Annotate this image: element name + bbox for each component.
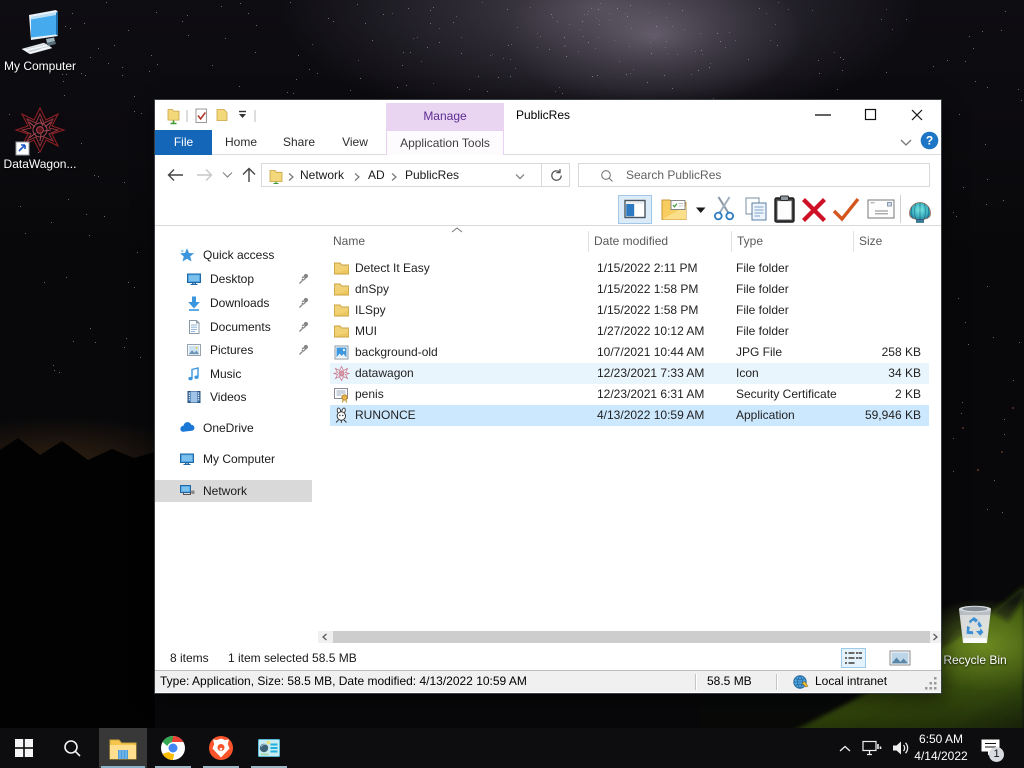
svg-text:?: ?	[926, 134, 933, 148]
